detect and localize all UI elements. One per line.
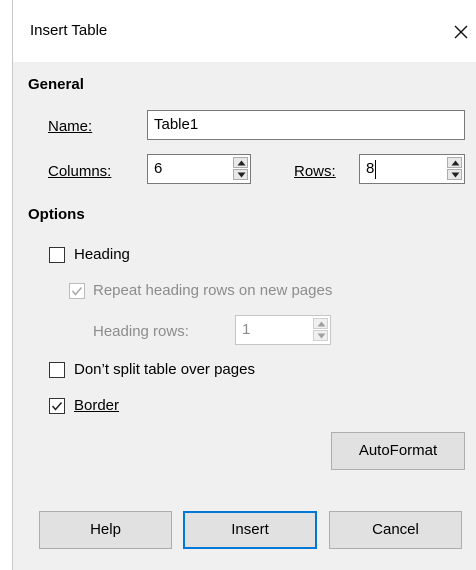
heading-checkbox[interactable] bbox=[49, 247, 65, 263]
cancel-button[interactable]: Cancel bbox=[329, 511, 462, 549]
columns-decrement-button[interactable] bbox=[233, 169, 248, 180]
border-label[interactable]: Border bbox=[74, 397, 119, 414]
heading-rows-spinbox: 1 bbox=[235, 315, 331, 345]
heading-rows-increment-button bbox=[313, 318, 328, 329]
repeat-heading-checkbox bbox=[69, 283, 85, 299]
title-bar: Insert Table bbox=[13, 0, 476, 62]
heading-rows-spin-buttons bbox=[313, 318, 328, 342]
close-button[interactable] bbox=[447, 12, 476, 52]
close-icon bbox=[454, 25, 468, 39]
dont-split-label[interactable]: Don’t split table over pages bbox=[74, 361, 255, 378]
insert-table-dialog: Insert Table General Name: Table1 Column… bbox=[12, 0, 476, 570]
general-section-label: General bbox=[28, 76, 84, 93]
insert-button[interactable]: Insert bbox=[183, 511, 317, 549]
columns-spinbox[interactable]: 6 bbox=[147, 154, 251, 184]
heading-label[interactable]: Heading bbox=[74, 246, 130, 263]
arrow-down-icon bbox=[317, 333, 326, 339]
repeat-heading-label: Repeat heading rows on new pages bbox=[93, 282, 333, 299]
rows-value: 8 bbox=[366, 160, 375, 177]
columns-label: Columns: bbox=[48, 163, 112, 180]
columns-increment-button[interactable] bbox=[233, 157, 248, 168]
heading-rows-decrement-button bbox=[313, 330, 328, 341]
heading-rows-label: Heading rows: bbox=[93, 323, 189, 340]
border-checkbox[interactable] bbox=[49, 398, 65, 414]
autoformat-button[interactable]: AutoFormat bbox=[331, 432, 465, 470]
name-field-value: Table1 bbox=[154, 116, 199, 133]
options-section-label: Options bbox=[28, 206, 85, 223]
dont-split-checkbox[interactable] bbox=[49, 362, 65, 378]
name-field[interactable]: Table1 bbox=[147, 110, 465, 140]
arrow-down-icon bbox=[237, 172, 246, 178]
arrow-up-icon bbox=[317, 321, 326, 327]
rows-spinbox[interactable]: 8 bbox=[359, 154, 465, 184]
arrow-up-icon bbox=[237, 160, 246, 166]
checkmark-icon bbox=[51, 402, 63, 411]
dialog-title: Insert Table bbox=[30, 22, 108, 39]
heading-rows-value: 1 bbox=[242, 321, 251, 338]
name-label: Name: bbox=[48, 118, 93, 135]
columns-spin-buttons bbox=[233, 157, 248, 181]
arrow-down-icon bbox=[451, 172, 460, 178]
columns-value: 6 bbox=[154, 160, 163, 177]
rows-spin-buttons bbox=[447, 157, 462, 181]
rows-increment-button[interactable] bbox=[447, 157, 462, 168]
rows-label: Rows: bbox=[294, 163, 336, 180]
checkmark-icon bbox=[71, 287, 83, 296]
rows-decrement-button[interactable] bbox=[447, 169, 462, 180]
arrow-up-icon bbox=[451, 160, 460, 166]
text-caret bbox=[375, 160, 376, 179]
help-button[interactable]: Help bbox=[39, 511, 172, 549]
